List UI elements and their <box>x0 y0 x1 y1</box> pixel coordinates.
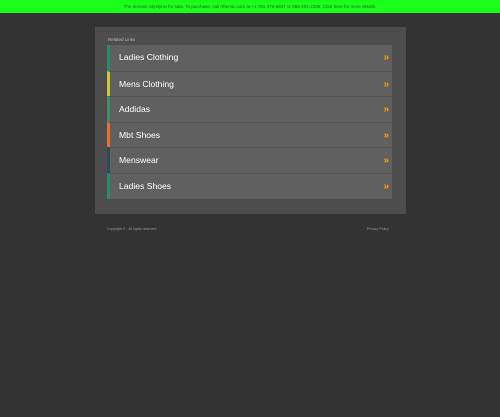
link-label[interactable]: Ladies Shoes <box>119 174 171 199</box>
related-link-ladies-clothing[interactable]: Ladies Clothing » <box>107 45 392 71</box>
double-chevron-right-icon: » <box>383 180 388 192</box>
link-label[interactable]: Mbt Shoes <box>119 123 160 148</box>
link-label[interactable]: Addidas <box>119 97 150 122</box>
copyright-text: Copyright © . All rights reserved. <box>107 227 158 231</box>
top-banner-text[interactable]: The domain citystyl.ie for sale. To purc… <box>124 4 377 9</box>
double-chevron-right-icon: » <box>383 155 388 167</box>
double-chevron-right-icon: » <box>383 52 388 63</box>
double-chevron-right-icon: » <box>383 104 388 116</box>
link-label[interactable]: Ladies Clothing <box>119 45 178 70</box>
related-link-ladies-shoes[interactable]: Ladies Shoes » <box>107 172 392 199</box>
link-label[interactable]: Mens Clothing <box>119 72 174 97</box>
double-chevron-right-icon: » <box>383 78 388 90</box>
related-link-mens-clothing[interactable]: Mens Clothing » <box>107 70 392 97</box>
related-link-menswear[interactable]: Menswear » <box>107 147 392 173</box>
link-label[interactable]: Menswear <box>119 148 159 173</box>
related-link-addidas[interactable]: Addidas » <box>107 96 392 122</box>
related-links-list: Ladies Clothing » Mens Clothing » Addida… <box>107 45 392 199</box>
related-link-mbt-shoes[interactable]: Mbt Shoes » <box>107 121 392 148</box>
panel-title: Related Links <box>108 37 136 42</box>
double-chevron-right-icon: » <box>383 129 388 141</box>
related-links-panel: Related Links Ladies Clothing » Mens Clo… <box>95 27 406 214</box>
privacy-policy-link[interactable]: Privacy Policy <box>367 227 389 231</box>
top-banner[interactable]: The domain citystyl.ie for sale. To purc… <box>0 0 500 13</box>
